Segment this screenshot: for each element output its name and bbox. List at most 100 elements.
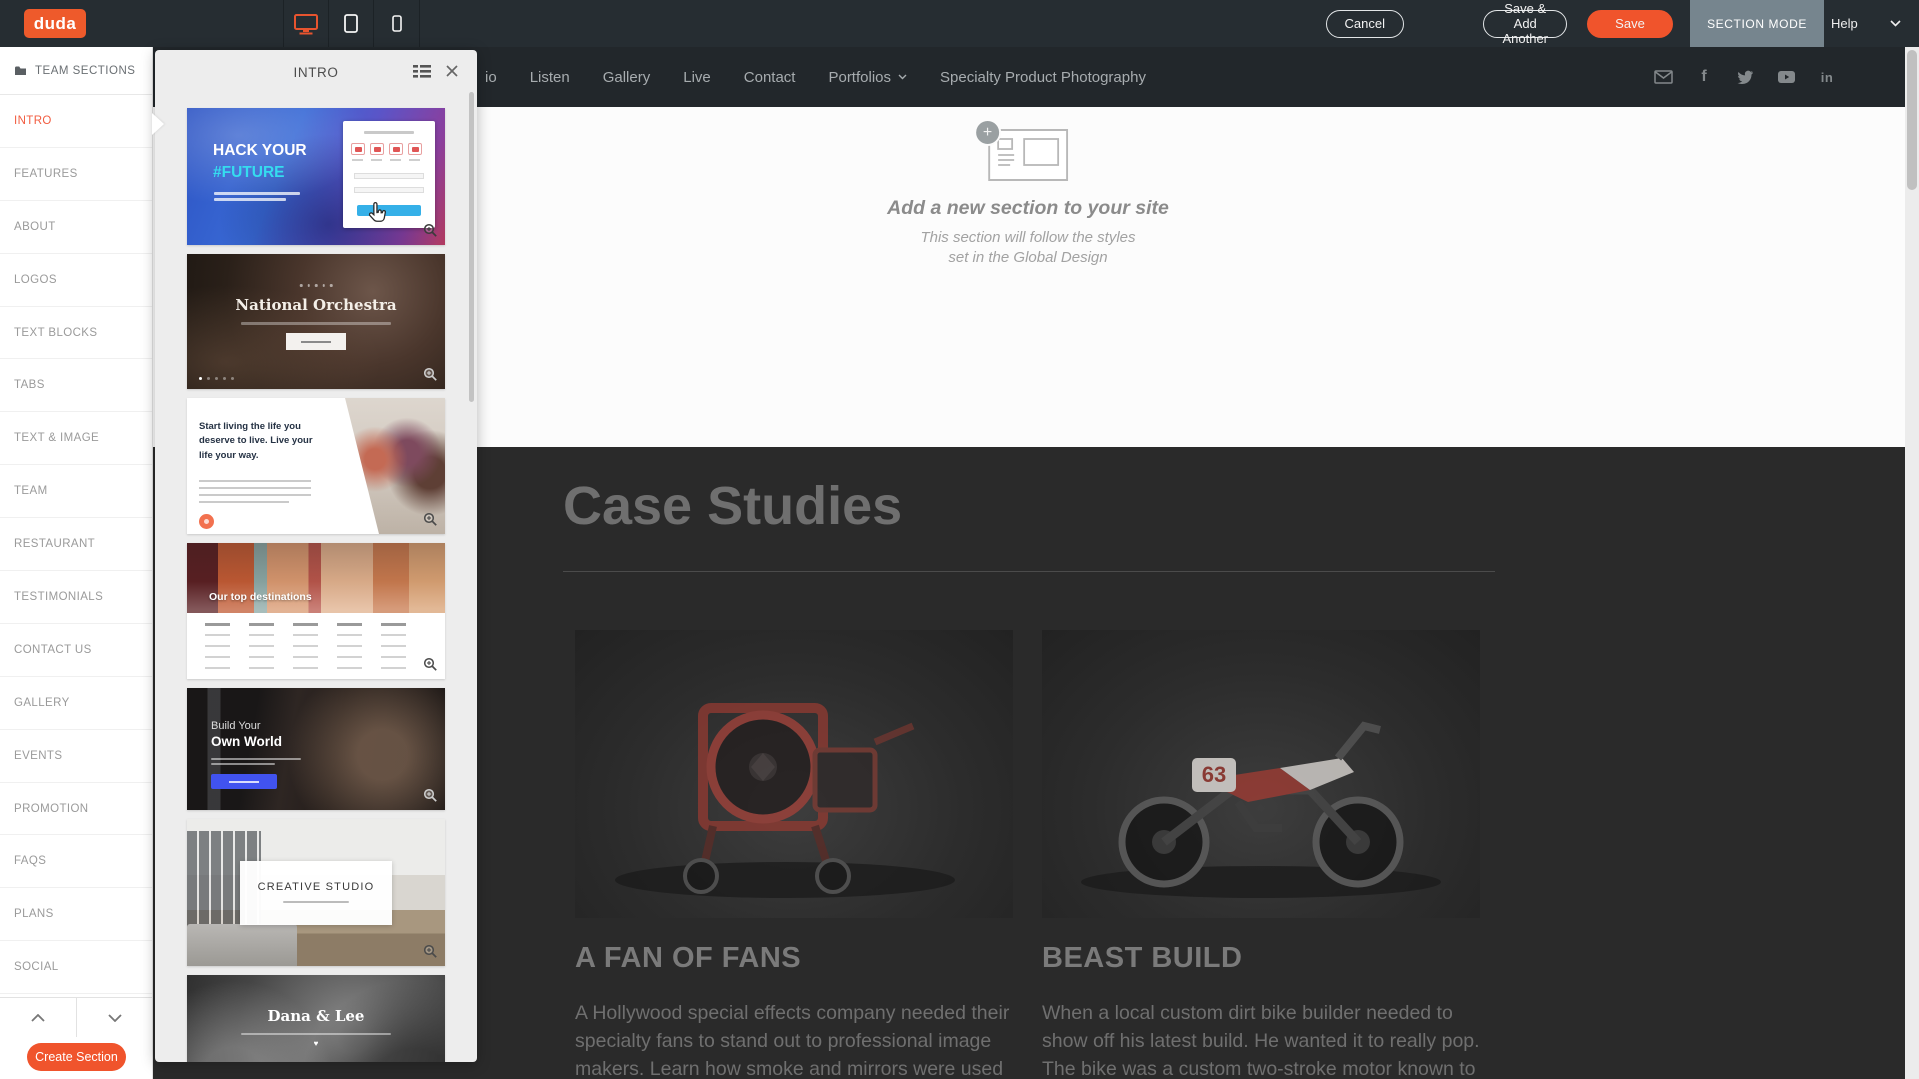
section-wireframe: + <box>988 129 1068 181</box>
sidebar-item-gallery[interactable]: GALLERY <box>0 677 152 730</box>
thumb-title-accent: #FUTURE <box>213 164 284 182</box>
add-section-plus-button[interactable]: + <box>974 119 1001 146</box>
bike-plate-number: 63 <box>1202 762 1226 787</box>
template-thumb-destinations[interactable]: Our top destinations <box>187 543 445 679</box>
nav-item-portfolios[interactable]: Portfolios <box>828 69 907 86</box>
sidebar-item-events[interactable]: EVENTS <box>0 730 152 783</box>
zoom-preview-icon[interactable] <box>423 223 438 238</box>
save-add-another-button[interactable]: Save & Add Another <box>1483 10 1567 38</box>
add-section-title: Add a new section to your site <box>887 197 1169 220</box>
sidebar-item-social[interactable]: SOCIAL <box>0 941 152 994</box>
top-bar: duda Cancel Save & Add <box>0 0 1919 47</box>
template-thumb-hackathon[interactable]: HACK YOUR #FUTURE <box>187 108 445 245</box>
panel-title: INTRO <box>294 65 339 80</box>
tablet-view-button[interactable] <box>329 0 374 47</box>
twitter-icon[interactable] <box>1735 67 1755 87</box>
chevron-up-icon <box>31 1014 45 1022</box>
case-study-text: When a local custom dirt bike builder ne… <box>1042 999 1484 1079</box>
nav-item-io[interactable]: io <box>485 69 497 86</box>
carousel-dots <box>199 377 234 380</box>
intro-selection-pointer <box>152 113 164 135</box>
device-switcher <box>283 0 420 47</box>
template-list: HACK YOUR #FUTURE <box>155 94 477 1062</box>
sidebar-item-text-blocks[interactable]: TEXT BLOCKS <box>0 307 152 360</box>
nav-item-listen[interactable]: Listen <box>530 69 570 86</box>
zoom-preview-icon[interactable] <box>423 367 438 382</box>
preview-button <box>199 514 214 529</box>
zoom-preview-icon[interactable] <box>423 512 438 527</box>
close-icon[interactable] <box>445 64 459 78</box>
sidebar-item-intro[interactable]: INTRO <box>0 95 152 148</box>
mobile-icon <box>392 15 402 32</box>
fan-cart-image <box>575 630 1013 918</box>
sidebar-item-logos[interactable]: LOGOS <box>0 254 152 307</box>
sidebar-section-list: INTRO FEATURES ABOUT LOGOS TEXT BLOCKS T… <box>0 95 152 994</box>
zoom-preview-icon[interactable] <box>423 657 438 672</box>
thumb-title: Start living the life you deserve to liv… <box>199 420 317 463</box>
heart-icon: ♥ <box>187 1039 445 1048</box>
panel-scrollbar-thumb[interactable] <box>469 92 474 402</box>
thumb-title: National Orchestra <box>187 296 445 314</box>
sidebar-item-testimonials[interactable]: TESTIMONIALS <box>0 571 152 624</box>
sidebar-item-features[interactable]: FEATURES <box>0 148 152 201</box>
page-scrollbar-thumb[interactable] <box>1907 50 1917 190</box>
template-thumb-lifestyle[interactable]: Start living the life you deserve to liv… <box>187 398 445 534</box>
case-study-card-fan[interactable]: A FAN OF FANS A Hollywood special effect… <box>575 630 1013 1079</box>
desktop-view-button[interactable] <box>284 0 329 47</box>
zoom-preview-icon[interactable] <box>423 944 438 959</box>
case-study-card-bike[interactable]: 63 BEAST BUILD When a local custom dirt … <box>1042 630 1480 1079</box>
sidebar-item-about[interactable]: ABOUT <box>0 201 152 254</box>
sidebar-item-tabs[interactable]: TABS <box>0 359 152 412</box>
email-icon[interactable] <box>1653 67 1673 87</box>
countdown-preview <box>351 143 422 155</box>
dirt-bike-image: 63 <box>1042 630 1480 918</box>
sidebar-item-promotion[interactable]: PROMOTION <box>0 783 152 836</box>
nav-item-contact[interactable]: Contact <box>744 69 796 86</box>
template-thumb-creative-studio[interactable]: CREATIVE STUDIO <box>187 819 445 966</box>
cancel-button[interactable]: Cancel <box>1326 10 1404 38</box>
page-scrollbar[interactable] <box>1905 47 1919 1079</box>
duda-editor: duda Cancel Save & Add <box>0 0 1919 1079</box>
facebook-icon[interactable]: f <box>1694 67 1714 87</box>
sidebar-pager <box>0 997 153 1037</box>
preview-button <box>357 205 421 216</box>
template-thumb-orchestra[interactable]: National Orchestra <box>187 254 445 389</box>
nav-item-portfolios-label: Portfolios <box>828 69 891 86</box>
thumb-title-bold: Own World <box>211 734 282 749</box>
preview-button <box>211 774 277 789</box>
save-button[interactable]: Save <box>1587 10 1673 38</box>
mobile-view-button[interactable] <box>374 0 419 47</box>
case-study-title: A FAN OF FANS <box>575 942 1013 975</box>
nav-item-gallery[interactable]: Gallery <box>603 69 651 86</box>
sidebar-item-text-image[interactable]: TEXT & IMAGE <box>0 412 152 465</box>
nav-item-live[interactable]: Live <box>683 69 711 86</box>
template-thumb-build-world[interactable]: Build Your Own World <box>187 688 445 810</box>
sidebar-item-restaurant[interactable]: RESTAURANT <box>0 518 152 571</box>
sidebar-item-faqs[interactable]: FAQS <box>0 835 152 888</box>
create-section-button[interactable]: Create Section <box>27 1043 126 1071</box>
youtube-icon[interactable] <box>1776 67 1796 87</box>
chevron-down-icon <box>1890 20 1901 27</box>
thumb-title: Dana & Lee <box>187 1007 445 1025</box>
template-thumb-dana-lee[interactable]: Dana & Lee ♥ <box>187 975 445 1062</box>
title-card-preview: CREATIVE STUDIO <box>240 861 392 925</box>
chevron-down-icon <box>108 1014 122 1022</box>
scroll-up-button[interactable] <box>0 998 77 1037</box>
layout-grid-icon[interactable] <box>413 65 431 78</box>
case-studies-divider <box>563 571 1495 572</box>
thumb-title: CREATIVE STUDIO <box>240 881 392 893</box>
help-menu[interactable]: Help <box>1831 0 1901 47</box>
links-table-preview <box>205 623 425 678</box>
zoom-preview-icon[interactable] <box>423 788 438 803</box>
linkedin-icon[interactable]: in <box>1817 67 1837 87</box>
case-study-title: BEAST BUILD <box>1042 942 1480 975</box>
duda-logo[interactable]: duda <box>24 9 86 38</box>
nav-item-specialty[interactable]: Specialty Product Photography <box>940 69 1146 86</box>
sidebar-item-team[interactable]: TEAM <box>0 465 152 518</box>
add-section-subtitle: This section will follow the styles set … <box>887 228 1169 269</box>
scroll-down-button[interactable] <box>77 998 153 1037</box>
sidebar-item-contact-us[interactable]: CONTACT US <box>0 624 152 677</box>
case-studies-heading: Case Studies <box>563 475 902 537</box>
sidebar-item-plans[interactable]: PLANS <box>0 888 152 941</box>
panel-header: INTRO <box>155 50 477 94</box>
